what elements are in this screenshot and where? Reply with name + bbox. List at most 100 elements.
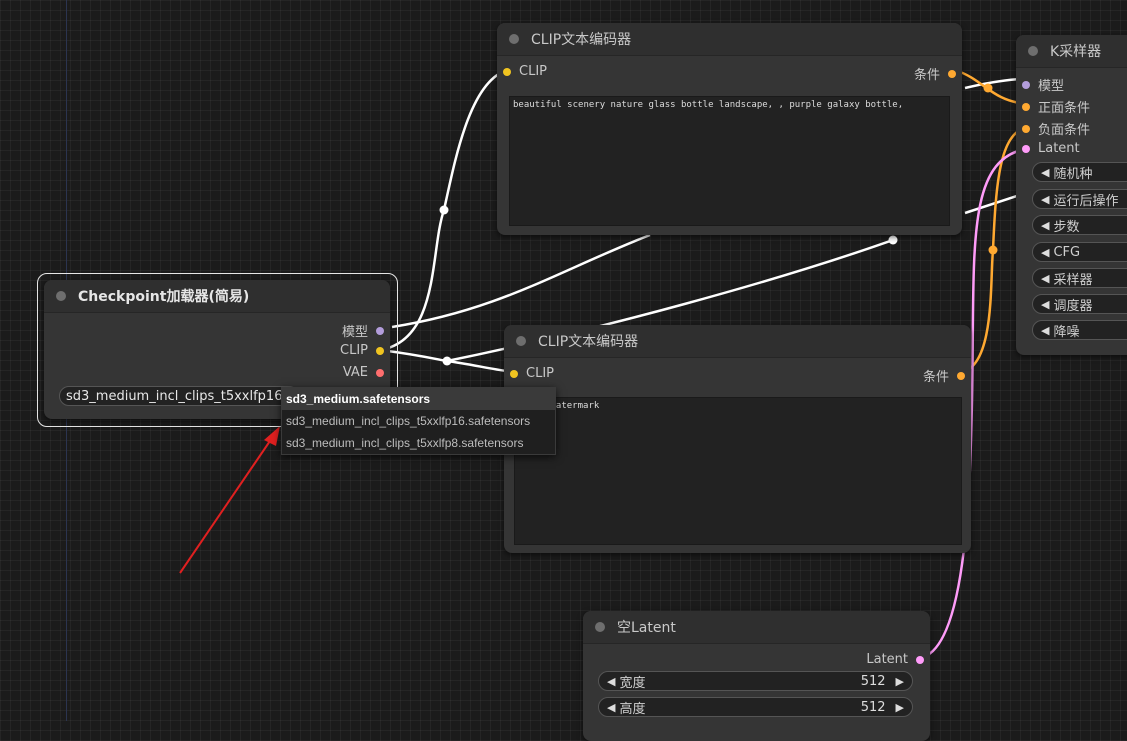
prompt-textarea[interactable]: text, watermark: [514, 397, 962, 545]
ckpt-name-combo[interactable]: sd3_medium_incl_clips_t5xxlfp16.safetens…: [59, 386, 299, 406]
input-latent-slot[interactable]: Latent: [1022, 141, 1080, 156]
sampler-widget[interactable]: ◀ 采样器: [1032, 268, 1127, 288]
dropdown-option[interactable]: sd3_medium_incl_clips_t5xxlfp16.safetens…: [282, 410, 555, 432]
node-title: K采样器: [1050, 44, 1102, 60]
output-latent-slot[interactable]: Latent: [866, 652, 924, 667]
input-latent-label: Latent: [1038, 141, 1080, 156]
node-title-bar[interactable]: Checkpoint加载器(简易): [44, 280, 390, 313]
annotation-arrow-line: [179, 437, 273, 574]
node-title-bar[interactable]: CLIP文本编码器: [504, 325, 971, 358]
dropdown-option[interactable]: sd3_medium_incl_clips_t5xxlfp8.safetenso…: [282, 432, 555, 454]
denoise-widget[interactable]: ◀ 降噪: [1032, 320, 1127, 340]
widget-label: 运行后操作: [1053, 193, 1119, 209]
decrement-arrow-icon[interactable]: ◀: [607, 701, 615, 714]
link-reroute-dot-5: [988, 245, 998, 255]
increment-arrow-icon[interactable]: ▶: [896, 675, 904, 688]
latent-input-pin[interactable]: [1022, 144, 1030, 153]
output-vae-label: VAE: [342, 365, 368, 380]
negative-input-pin[interactable]: [1022, 124, 1030, 133]
ckpt-dropdown-menu[interactable]: sd3_medium.safetensors sd3_medium_incl_c…: [281, 387, 556, 455]
widget-label: 步数: [1053, 219, 1080, 235]
decrement-arrow-icon[interactable]: ◀: [1041, 324, 1049, 337]
seed-widget[interactable]: ◀ 随机种: [1032, 162, 1127, 182]
input-model-slot[interactable]: 模型: [1022, 75, 1064, 94]
node-title-bar[interactable]: 空Latent: [583, 611, 930, 644]
ksampler-node[interactable]: K采样器 模型 正面条件 负面条件 Latent ◀ 随机种 ◀ 运行后操作 ◀…: [1016, 35, 1127, 355]
input-negative-label: 负面条件: [1038, 123, 1091, 138]
height-widget[interactable]: ◀ 高度 512 ▶: [598, 697, 913, 717]
input-positive-slot[interactable]: 正面条件: [1022, 97, 1090, 116]
clip-text-encoder-top[interactable]: CLIP文本编码器 CLIP 条件 beautiful scenery natu…: [497, 23, 962, 235]
link-reroute-dot-4: [983, 83, 993, 93]
widget-label: 随机种: [1053, 166, 1093, 182]
node-title: CLIP文本编码器: [531, 32, 632, 48]
input-positive-label: 正面条件: [1038, 101, 1091, 116]
scheduler-widget[interactable]: ◀ 调度器: [1032, 294, 1127, 314]
node-title: Checkpoint加载器(简易): [78, 289, 250, 305]
node-title-bar[interactable]: CLIP文本编码器: [497, 23, 962, 56]
latent-output-pin[interactable]: [916, 655, 924, 664]
output-cond-label: 条件: [922, 370, 949, 385]
width-widget[interactable]: ◀ 宽度 512 ▶: [598, 671, 913, 691]
cfg-widget[interactable]: ◀ CFG: [1032, 242, 1127, 262]
output-model-slot[interactable]: 模型: [342, 321, 384, 340]
after-run-widget[interactable]: ◀ 运行后操作: [1032, 189, 1127, 209]
output-conditioning-slot[interactable]: 条件: [914, 64, 956, 83]
annotation-arrow-head: [264, 426, 280, 446]
positive-input-pin[interactable]: [1022, 102, 1030, 111]
clip-input-pin[interactable]: [510, 369, 518, 378]
width-label: 宽度: [619, 675, 646, 691]
vae-output-pin[interactable]: [376, 368, 384, 377]
link-vae-2: [964, 193, 1021, 215]
clip-text-encoder-bottom[interactable]: CLIP文本编码器 CLIP 条件 text, watermark: [504, 325, 971, 553]
steps-widget[interactable]: ◀ 步数: [1032, 215, 1127, 235]
increment-arrow-icon[interactable]: ▶: [896, 701, 904, 714]
decrement-arrow-icon[interactable]: ◀: [607, 675, 615, 688]
cond-output-pin[interactable]: [957, 371, 965, 380]
decrement-arrow-icon[interactable]: ◀: [1041, 166, 1049, 179]
height-label: 高度: [619, 701, 646, 717]
input-negative-slot[interactable]: 负面条件: [1022, 119, 1090, 138]
dropdown-option[interactable]: sd3_medium.safetensors: [282, 388, 555, 410]
node-title: CLIP文本编码器: [538, 334, 639, 350]
link-reroute-dot-3: [888, 235, 898, 245]
widget-label: 调度器: [1053, 298, 1093, 314]
collapse-dot-icon[interactable]: [595, 622, 605, 632]
widget-label: 降噪: [1053, 324, 1080, 340]
collapse-dot-icon[interactable]: [509, 34, 519, 44]
model-output-pin[interactable]: [376, 326, 384, 335]
output-cond-label: 条件: [913, 68, 940, 83]
collapse-dot-icon[interactable]: [1028, 46, 1038, 56]
ckpt-name-value: sd3_medium_incl_clips_t5xxlfp16.safetens…: [66, 388, 298, 404]
prompt-textarea[interactable]: beautiful scenery nature glass bottle la…: [509, 96, 950, 226]
node-title-bar[interactable]: K采样器: [1016, 35, 1127, 68]
widget-label: 采样器: [1053, 272, 1093, 288]
decrement-arrow-icon[interactable]: ◀: [1041, 298, 1049, 311]
collapse-dot-icon[interactable]: [516, 336, 526, 346]
widget-label: CFG: [1053, 244, 1081, 260]
link-reroute-dot: [439, 205, 449, 215]
decrement-arrow-icon[interactable]: ◀: [1041, 193, 1049, 206]
clip-output-pin[interactable]: [376, 346, 384, 355]
collapse-dot-icon[interactable]: [56, 291, 66, 301]
input-model-label: 模型: [1038, 79, 1065, 94]
decrement-arrow-icon[interactable]: ◀: [1041, 272, 1049, 285]
output-latent-label: Latent: [866, 652, 908, 667]
output-clip-label: CLIP: [340, 343, 368, 358]
input-clip-label: CLIP: [526, 366, 554, 381]
output-conditioning-slot[interactable]: 条件: [923, 366, 965, 385]
clip-input-pin[interactable]: [503, 67, 511, 76]
decrement-arrow-icon[interactable]: ◀: [1041, 246, 1049, 259]
model-input-pin[interactable]: [1022, 80, 1030, 89]
cond-output-pin[interactable]: [948, 69, 956, 78]
output-vae-slot[interactable]: VAE: [343, 365, 384, 380]
link-reroute-dot-2: [442, 356, 452, 366]
width-value: 512: [860, 673, 886, 689]
output-model-label: 模型: [341, 325, 368, 340]
input-clip-slot[interactable]: CLIP: [503, 64, 547, 79]
empty-latent-node[interactable]: 空Latent Latent ◀ 宽度 512 ▶ ◀ 高度 512 ▶: [583, 611, 930, 741]
decrement-arrow-icon[interactable]: ◀: [1041, 219, 1049, 232]
node-title: 空Latent: [617, 620, 676, 636]
output-clip-slot[interactable]: CLIP: [340, 343, 384, 358]
input-clip-slot[interactable]: CLIP: [510, 366, 554, 381]
